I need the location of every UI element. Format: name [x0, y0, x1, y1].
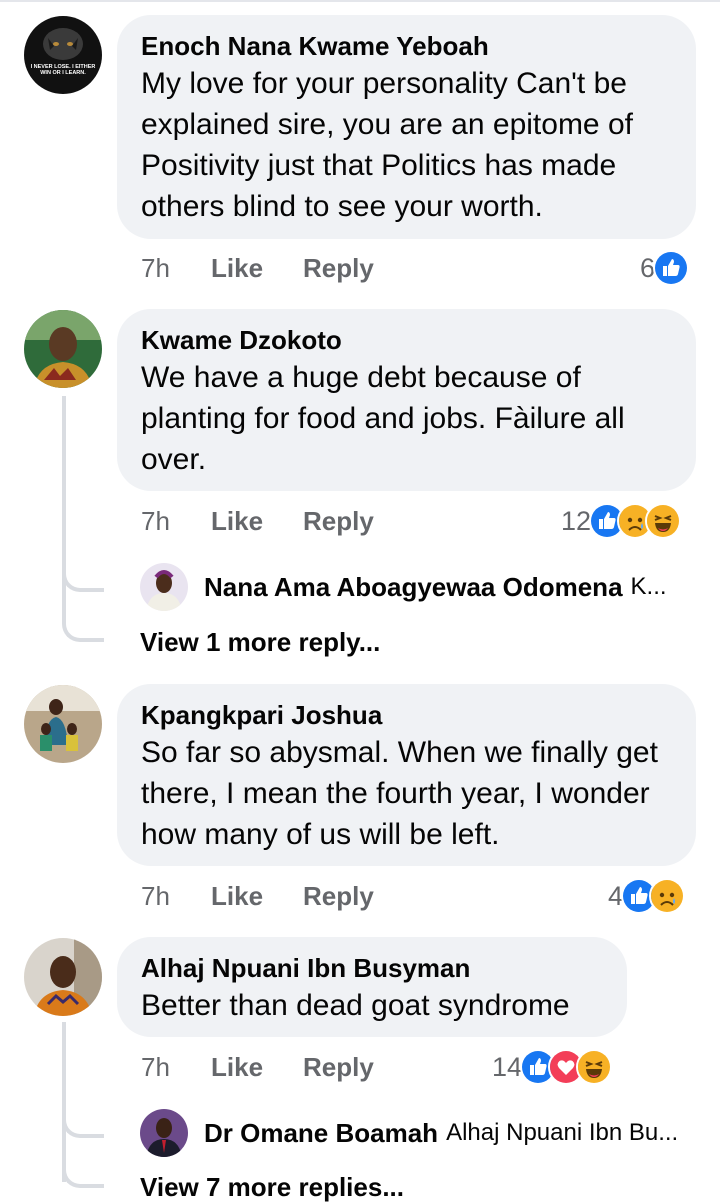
comment-text: So far so abysmal. When we finally get t…	[141, 736, 658, 851]
avatar[interactable]	[140, 563, 188, 611]
comment-text: My love for your personality Can't be ex…	[141, 67, 633, 223]
comment-actions: 7h Like Reply	[141, 878, 441, 914]
like-button[interactable]: Like	[211, 1049, 263, 1085]
reply-button[interactable]: Reply	[303, 878, 374, 914]
comment-text: We have a huge debt because of planting …	[141, 361, 625, 476]
comment-actions: 7h Like Reply	[141, 250, 441, 286]
comment-actions: 7h Like Reply	[141, 503, 441, 539]
reaction-summary[interactable]: 6	[640, 250, 690, 286]
reply-text: Alhaj Npuani Ibn Bu...	[446, 1119, 679, 1146]
family-avatar-image	[24, 685, 102, 763]
view-more-replies-link[interactable]: View 7 more replies...	[140, 1172, 404, 1203]
haha-reaction-icon	[576, 1049, 613, 1085]
like-button[interactable]: Like	[211, 503, 263, 539]
thread-connector	[62, 1156, 104, 1188]
comment-time[interactable]: 7h	[141, 250, 170, 286]
thread-connector	[62, 1106, 104, 1138]
top-divider	[0, 0, 720, 2]
reaction-summary[interactable]: 12	[561, 503, 682, 539]
reply-button[interactable]: Reply	[303, 1049, 374, 1085]
reply-text: K...	[630, 573, 667, 600]
reply-button[interactable]: Reply	[303, 250, 374, 286]
comment-time[interactable]: 7h	[141, 503, 170, 539]
view-more-replies-link[interactable]: View 1 more reply...	[140, 627, 380, 658]
comment-author[interactable]: Kwame Dzokoto	[141, 323, 672, 357]
avatar[interactable]	[24, 938, 102, 1016]
reply-button[interactable]: Reply	[303, 503, 374, 539]
person-avatar-image	[140, 1109, 188, 1157]
tiger-avatar-image: I NEVER LOSE. I EITHER WIN OR I LEARN.	[24, 16, 102, 94]
thread-connector	[62, 610, 104, 642]
reaction-summary[interactable]: 4	[608, 878, 686, 914]
avatar[interactable]: I NEVER LOSE. I EITHER WIN OR I LEARN.	[24, 16, 102, 94]
sad-reaction-icon	[649, 878, 686, 914]
comment-text: Better than dead goat syndrome	[141, 989, 570, 1022]
reply-author[interactable]: Nana Ama Aboagyewaa Odomena	[204, 572, 623, 603]
comment-bubble: Kpangkpari Joshua So far so abysmal. Whe…	[117, 684, 696, 866]
reaction-summary[interactable]: 14	[492, 1049, 613, 1085]
comment-author[interactable]: Enoch Nana Kwame Yeboah	[141, 29, 672, 63]
reaction-count: 14	[492, 1051, 523, 1082]
comment-author[interactable]: Alhaj Npuani Ibn Busyman	[141, 951, 603, 985]
like-button[interactable]: Like	[211, 250, 263, 286]
person-avatar-image	[24, 938, 102, 1016]
person-avatar-image	[24, 310, 102, 388]
thread-connector	[62, 560, 104, 592]
comment-bubble: Enoch Nana Kwame Yeboah My love for your…	[117, 15, 696, 239]
reply-preview[interactable]: Nana Ama Aboagyewaa Odomena K...	[140, 562, 667, 612]
comment-bubble: Kwame Dzokoto We have a huge debt becaus…	[117, 309, 696, 491]
comment-time[interactable]: 7h	[141, 878, 170, 914]
comment-author[interactable]: Kpangkpari Joshua	[141, 698, 672, 732]
comment-bubble: Alhaj Npuani Ibn Busyman Better than dea…	[117, 937, 627, 1037]
reply-author[interactable]: Dr Omane Boamah	[204, 1118, 438, 1149]
person-avatar-image	[140, 563, 188, 611]
reaction-count: 12	[561, 505, 592, 536]
avatar-caption-2: WIN OR I LEARN.	[40, 70, 86, 76]
reply-preview[interactable]: Dr Omane Boamah Alhaj Npuani Ibn Bu...	[140, 1108, 678, 1158]
comment-time[interactable]: 7h	[141, 1049, 170, 1085]
avatar[interactable]	[24, 685, 102, 763]
avatar[interactable]	[140, 1109, 188, 1157]
like-button[interactable]: Like	[211, 878, 263, 914]
like-reaction-icon	[653, 250, 690, 286]
comment-actions: 7h Like Reply	[141, 1049, 441, 1085]
avatar[interactable]	[24, 310, 102, 388]
haha-reaction-icon	[645, 503, 682, 539]
